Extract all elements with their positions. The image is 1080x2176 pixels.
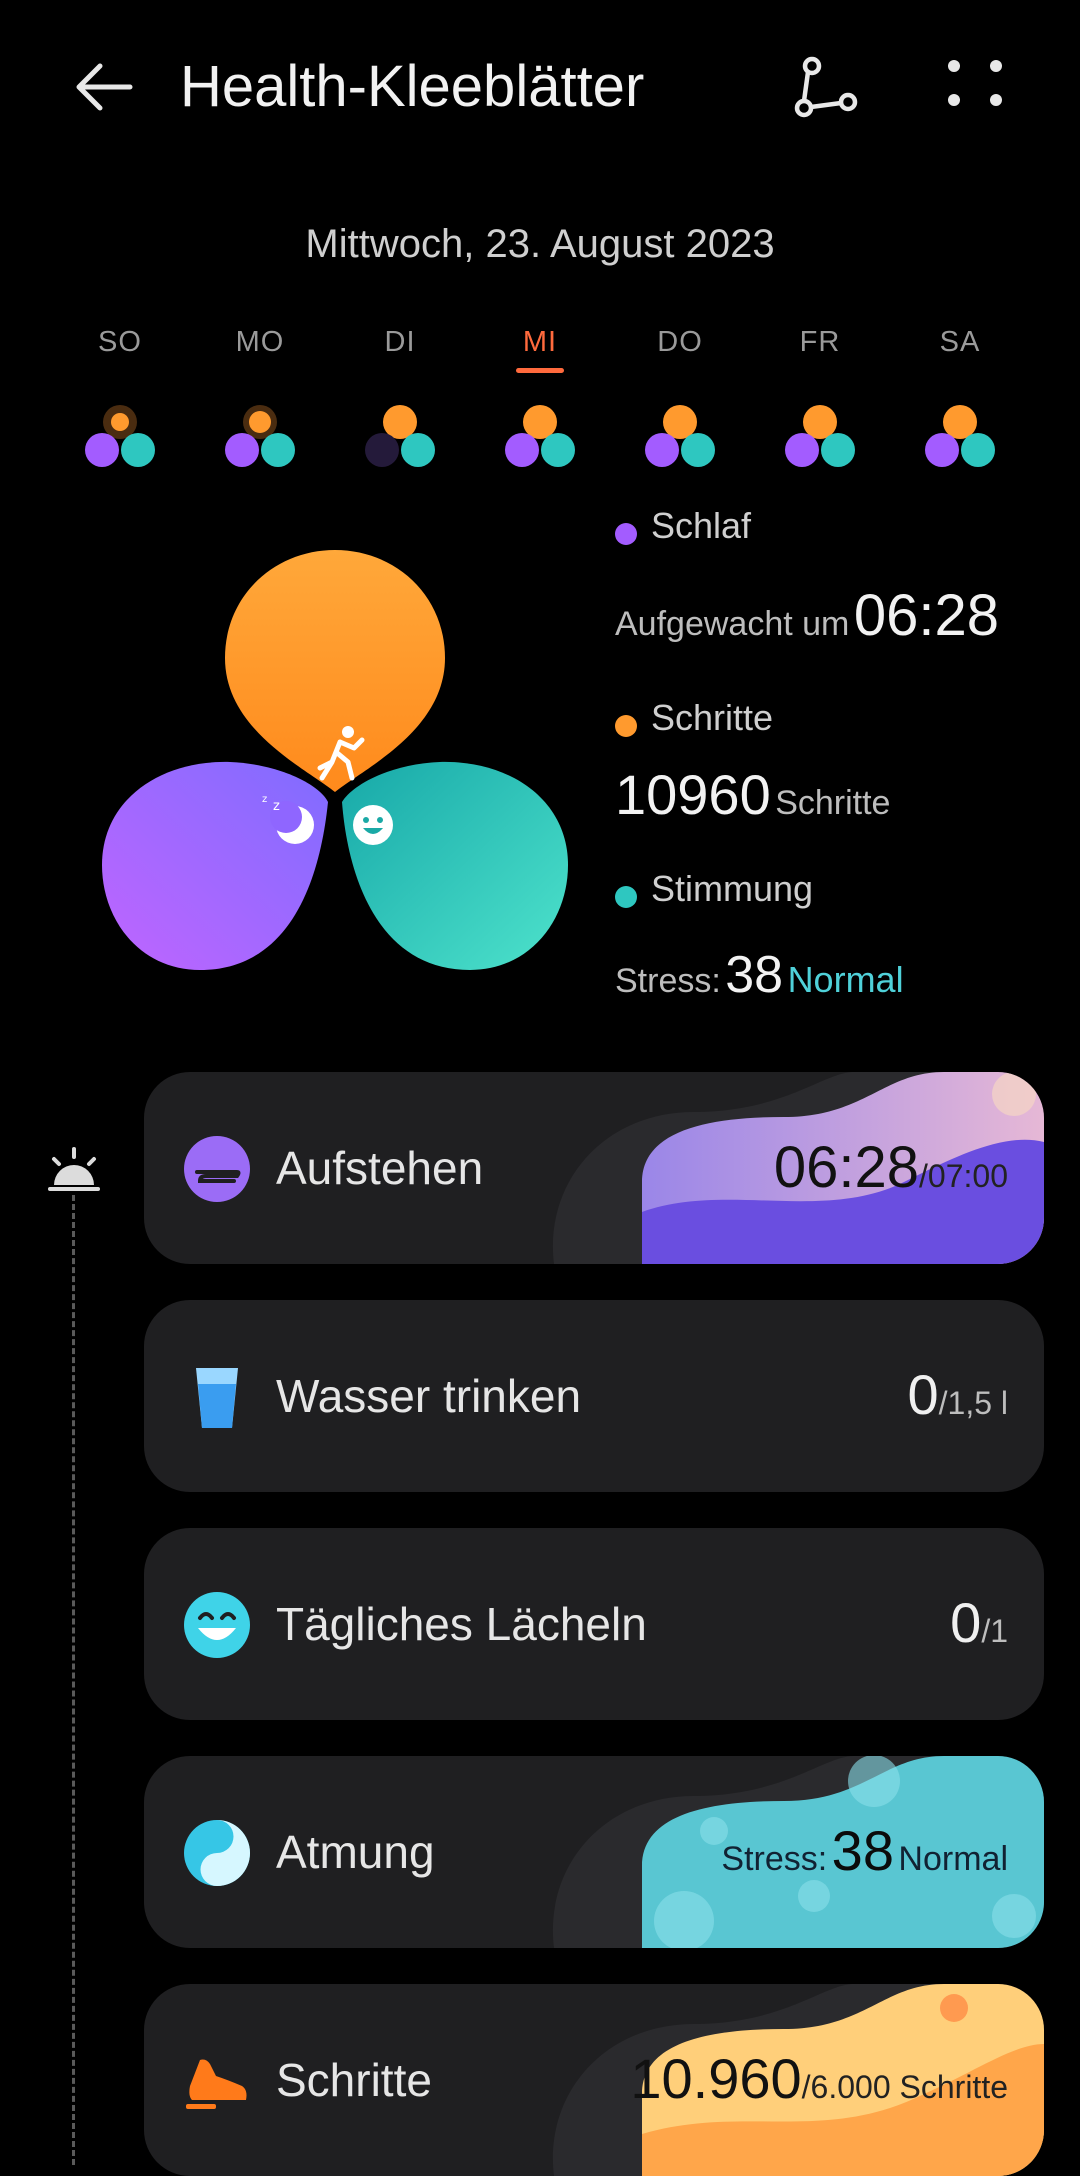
card-steps[interactable]: Schritte 10.960/6.000 Schritte (144, 1984, 1044, 2176)
share-icon[interactable] (790, 52, 860, 122)
page-title: Health-Kleeblätter (180, 54, 645, 119)
sleep-value-row: Aufgewacht um 06:28 (615, 583, 999, 648)
mini-clover-icon (85, 405, 155, 467)
mood-legend: Stimmung (615, 868, 813, 910)
steps-value-row: 10960 Schritte (615, 763, 891, 826)
wake-value: 06:28/07:00 (773, 1135, 1008, 1200)
smile-face-icon (184, 1592, 250, 1658)
day-mon[interactable]: MO (190, 320, 330, 480)
date-label: Mittwoch, 23. August 2023 (305, 222, 775, 266)
steps-value: 10.960/6.000 Schritte (630, 2047, 1008, 2110)
card-water[interactable]: Wasser trinken 0/1,5 l (144, 1300, 1044, 1492)
day-sat[interactable]: SA (890, 320, 1030, 480)
mini-clover-icon (645, 405, 715, 467)
active-day-indicator (516, 368, 564, 373)
sleep-petal (102, 761, 328, 970)
breathing-icon (184, 1820, 250, 1886)
day-wed[interactable]: MI (470, 320, 610, 480)
back-arrow-icon[interactable] (70, 52, 140, 122)
water-value: 0/1,5 l (907, 1363, 1008, 1426)
health-clover[interactable]: z z (90, 540, 590, 1000)
breathing-value: Stress: 38 Normal (721, 1819, 1008, 1882)
steps-count: 10960 (615, 763, 771, 826)
mini-clover-icon (365, 405, 435, 467)
day-sun[interactable]: SO (50, 320, 190, 480)
card-wake-up[interactable]: Aufstehen 06:28/07:00 (144, 1072, 1044, 1264)
card-breathing[interactable]: Atmung Stress: 38 Normal (144, 1756, 1044, 1948)
day-fri[interactable]: FR (750, 320, 890, 480)
stress-value: 38 (725, 946, 784, 1004)
sneaker-icon (186, 2059, 247, 2109)
sunrise-icon (48, 1147, 100, 1191)
stress-row: Stress: 38 Normal (615, 946, 904, 1004)
mini-clover-icon (505, 405, 575, 467)
water-glass-icon (196, 1368, 238, 1428)
sleep-legend: Schlaf (615, 505, 751, 547)
smile-value: 0/1 (950, 1591, 1008, 1654)
stress-status: Normal (787, 959, 904, 1000)
wake-up-icon (184, 1136, 250, 1202)
smiley-icon (353, 805, 393, 845)
svg-text:z: z (262, 794, 267, 805)
steps-legend: Schritte (615, 697, 773, 739)
steps-dot (615, 714, 637, 737)
mini-clover-icon (925, 405, 995, 467)
day-tue[interactable]: DI (330, 320, 470, 480)
sleep-time: 06:28 (853, 583, 999, 648)
mood-dot (615, 885, 637, 908)
day-thu[interactable]: DO (610, 320, 750, 480)
timeline-line (72, 1195, 75, 2165)
sleep-dot (615, 522, 637, 545)
more-options-icon[interactable] (940, 52, 1010, 122)
mini-clover-icon (225, 405, 295, 467)
mini-clover-icon (785, 405, 855, 467)
mood-petal (342, 761, 568, 970)
week-selector: SO MO DI MI DO FR SA (50, 320, 1030, 480)
card-daily-smile[interactable]: Tägliches Lächeln 0/1 (144, 1528, 1044, 1720)
svg-text:z: z (273, 799, 280, 814)
